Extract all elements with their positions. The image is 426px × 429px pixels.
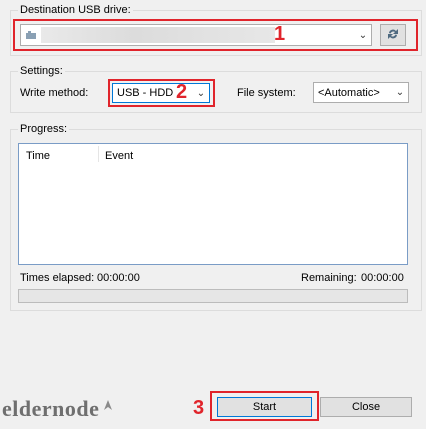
file-system-label: File system: <box>237 87 296 99</box>
progress-bar <box>18 289 408 303</box>
annotation-number-3: 3 <box>193 397 205 419</box>
column-header-event[interactable]: Event <box>105 150 133 162</box>
progress-legend: Progress: <box>18 123 70 135</box>
destination-legend: Destination USB drive: <box>18 4 133 16</box>
annotation-box-2 <box>108 79 215 107</box>
eldernode-logo: eldernode <box>2 396 114 422</box>
write-method-label: Write method: <box>20 87 89 99</box>
annotation-number-1: 1 <box>274 23 286 45</box>
chevron-down-icon[interactable]: ⌄ <box>392 87 408 98</box>
start-button-label: Start <box>252 401 277 413</box>
settings-legend: Settings: <box>18 65 65 77</box>
logo-text: eldernode <box>2 396 100 421</box>
start-button[interactable]: Start <box>217 397 312 417</box>
column-separator <box>98 146 99 162</box>
times-elapsed-value: 00:00:00 <box>97 272 140 284</box>
annotation-number-2: 2 <box>176 81 188 103</box>
close-button-label: Close <box>351 401 381 413</box>
remaining-label: Remaining: <box>301 272 357 284</box>
remaining-value: 00:00:00 <box>361 272 404 284</box>
file-system-value: <Automatic> <box>318 86 380 99</box>
column-header-time[interactable]: Time <box>26 150 50 162</box>
file-system-dropdown[interactable]: <Automatic> ⌄ <box>313 82 409 103</box>
annotation-box-1 <box>13 19 418 51</box>
event-log-list[interactable]: Time Event <box>18 143 408 265</box>
close-button[interactable]: Close <box>320 397 412 417</box>
times-elapsed-label: Times elapsed: <box>20 272 95 284</box>
logo-mark-icon <box>102 398 114 415</box>
